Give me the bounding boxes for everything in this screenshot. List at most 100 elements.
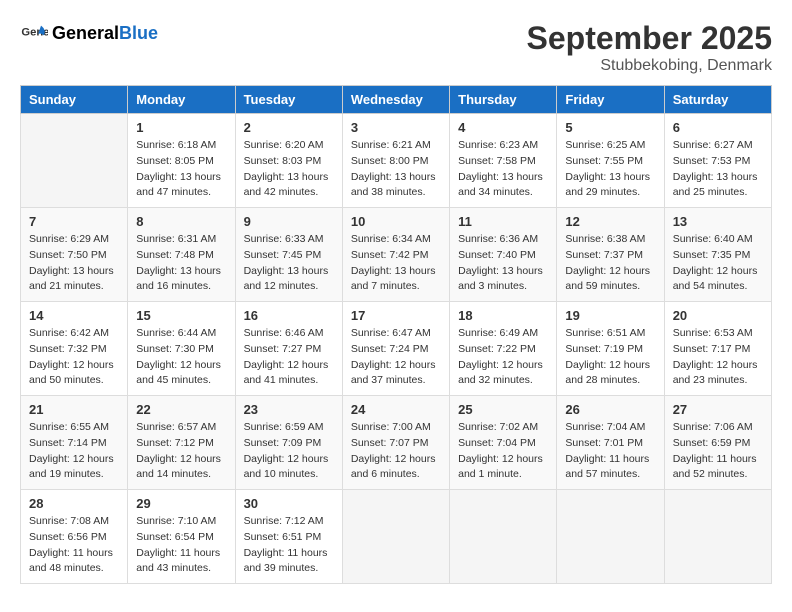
day-info: Sunrise: 6:34 AMSunset: 7:42 PMDaylight:… xyxy=(351,232,441,295)
day-of-week-header: Tuesday xyxy=(235,86,342,114)
day-number: 6 xyxy=(673,120,763,135)
day-number: 26 xyxy=(565,402,655,417)
calendar-week-row: 21Sunrise: 6:55 AMSunset: 7:14 PMDayligh… xyxy=(21,396,772,490)
calendar-day-cell: 29 Sunrise: 7:10 AMSunset: 6:54 PMDayligh… xyxy=(128,490,235,584)
day-of-week-header: Thursday xyxy=(450,86,557,114)
calendar-day-cell: 2 Sunrise: 6:20 AMSunset: 8:03 PMDaylight… xyxy=(235,114,342,208)
day-number: 1 xyxy=(136,120,226,135)
calendar-day-cell xyxy=(450,490,557,584)
calendar-day-cell: 12Sunrise: 6:38 AMSunset: 7:37 PMDayligh… xyxy=(557,208,664,302)
day-of-week-header: Sunday xyxy=(21,86,128,114)
day-info: Sunrise: 6:59 AMSunset: 7:09 PMDaylight:… xyxy=(244,420,334,483)
calendar-day-cell: 11Sunrise: 6:36 AMSunset: 7:40 PMDayligh… xyxy=(450,208,557,302)
calendar-day-cell xyxy=(557,490,664,584)
day-info: Sunrise: 7:00 AMSunset: 7:07 PMDaylight:… xyxy=(351,420,441,483)
day-number: 22 xyxy=(136,402,226,417)
day-info: Sunrise: 6:53 AMSunset: 7:17 PMDaylight:… xyxy=(673,326,763,389)
calendar-day-cell: 7Sunrise: 6:29 AMSunset: 7:50 PMDaylight… xyxy=(21,208,128,302)
day-info: Sunrise: 6:33 AMSunset: 7:45 PMDaylight:… xyxy=(244,232,334,295)
calendar-week-row: 7Sunrise: 6:29 AMSunset: 7:50 PMDaylight… xyxy=(21,208,772,302)
calendar-day-cell: 22 Sunrise: 6:57 AMSunset: 7:12 PMDayligh… xyxy=(128,396,235,490)
calendar-day-cell: 6 Sunrise: 6:27 AMSunset: 7:53 PMDaylight… xyxy=(664,114,771,208)
day-of-week-header: Saturday xyxy=(664,86,771,114)
calendar-day-cell xyxy=(664,490,771,584)
day-number: 18 xyxy=(458,308,548,323)
day-info: Sunrise: 6:51 AMSunset: 7:19 PMDaylight:… xyxy=(565,326,655,389)
day-number: 17 xyxy=(351,308,441,323)
day-number: 28 xyxy=(29,496,119,511)
day-info: Sunrise: 6:29 AMSunset: 7:50 PMDaylight:… xyxy=(29,232,119,295)
day-number: 13 xyxy=(673,214,763,229)
day-info: Sunrise: 7:04 AMSunset: 7:01 PMDaylight:… xyxy=(565,420,655,483)
day-info: Sunrise: 6:57 AMSunset: 7:12 PMDaylight:… xyxy=(136,420,226,483)
day-info: Sunrise: 6:44 AMSunset: 7:30 PMDaylight:… xyxy=(136,326,226,389)
day-info: Sunrise: 6:42 AMSunset: 7:32 PMDaylight:… xyxy=(29,326,119,389)
calendar-day-cell xyxy=(21,114,128,208)
day-info: Sunrise: 6:20 AMSunset: 8:03 PMDaylight:… xyxy=(244,138,334,201)
day-number: 11 xyxy=(458,214,548,229)
calendar-day-cell: 10 Sunrise: 6:34 AMSunset: 7:42 PMDayligh… xyxy=(342,208,449,302)
logo-icon: General xyxy=(20,20,48,48)
day-of-week-header: Friday xyxy=(557,86,664,114)
day-number: 20 xyxy=(673,308,763,323)
day-info: Sunrise: 6:23 AMSunset: 7:58 PMDaylight:… xyxy=(458,138,548,201)
calendar-day-cell: 8Sunrise: 6:31 AMSunset: 7:48 PMDaylight… xyxy=(128,208,235,302)
calendar-day-cell: 1 Sunrise: 6:18 AMSunset: 8:05 PMDaylight… xyxy=(128,114,235,208)
day-number: 10 xyxy=(351,214,441,229)
calendar-day-cell: 9 Sunrise: 6:33 AMSunset: 7:45 PMDaylight… xyxy=(235,208,342,302)
calendar-day-cell: 18 Sunrise: 6:49 AMSunset: 7:22 PMDayligh… xyxy=(450,302,557,396)
location-subtitle: Stubbekobing, Denmark xyxy=(527,57,772,75)
day-info: Sunrise: 6:47 AMSunset: 7:24 PMDaylight:… xyxy=(351,326,441,389)
calendar-day-cell: 23 Sunrise: 6:59 AMSunset: 7:09 PMDayligh… xyxy=(235,396,342,490)
day-number: 3 xyxy=(351,120,441,135)
calendar-header-row: SundayMondayTuesdayWednesdayThursdayFrid… xyxy=(21,86,772,114)
day-of-week-header: Monday xyxy=(128,86,235,114)
calendar-week-row: 1 Sunrise: 6:18 AMSunset: 8:05 PMDaylight… xyxy=(21,114,772,208)
calendar-day-cell: 20 Sunrise: 6:53 AMSunset: 7:17 PMDayligh… xyxy=(664,302,771,396)
day-number: 23 xyxy=(244,402,334,417)
day-number: 27 xyxy=(673,402,763,417)
day-number: 25 xyxy=(458,402,548,417)
day-number: 15 xyxy=(136,308,226,323)
day-info: Sunrise: 6:27 AMSunset: 7:53 PMDaylight:… xyxy=(673,138,763,201)
calendar-day-cell: 26 Sunrise: 7:04 AMSunset: 7:01 PMDayligh… xyxy=(557,396,664,490)
calendar-day-cell: 17 Sunrise: 6:47 AMSunset: 7:24 PMDayligh… xyxy=(342,302,449,396)
day-info: Sunrise: 6:46 AMSunset: 7:27 PMDaylight:… xyxy=(244,326,334,389)
day-info: Sunrise: 6:25 AMSunset: 7:55 PMDaylight:… xyxy=(565,138,655,201)
title-block: September 2025 Stubbekobing, Denmark xyxy=(527,20,772,75)
day-of-week-header: Wednesday xyxy=(342,86,449,114)
calendar-day-cell: 19Sunrise: 6:51 AMSunset: 7:19 PMDayligh… xyxy=(557,302,664,396)
day-info: Sunrise: 6:55 AMSunset: 7:14 PMDaylight:… xyxy=(29,420,119,483)
calendar-day-cell: 21Sunrise: 6:55 AMSunset: 7:14 PMDayligh… xyxy=(21,396,128,490)
day-info: Sunrise: 7:08 AMSunset: 6:56 PMDaylight:… xyxy=(29,514,119,577)
day-number: 5 xyxy=(565,120,655,135)
calendar-day-cell: 13Sunrise: 6:40 AMSunset: 7:35 PMDayligh… xyxy=(664,208,771,302)
calendar-day-cell xyxy=(342,490,449,584)
logo-general-text: General xyxy=(52,23,119,43)
day-number: 2 xyxy=(244,120,334,135)
day-number: 4 xyxy=(458,120,548,135)
day-number: 14 xyxy=(29,308,119,323)
day-info: Sunrise: 6:18 AMSunset: 8:05 PMDaylight:… xyxy=(136,138,226,201)
day-info: Sunrise: 7:10 AMSunset: 6:54 PMDaylight:… xyxy=(136,514,226,577)
calendar-day-cell: 27Sunrise: 7:06 AMSunset: 6:59 PMDayligh… xyxy=(664,396,771,490)
calendar-day-cell: 4 Sunrise: 6:23 AMSunset: 7:58 PMDaylight… xyxy=(450,114,557,208)
calendar-day-cell: 24 Sunrise: 7:00 AMSunset: 7:07 PMDayligh… xyxy=(342,396,449,490)
calendar-week-row: 14 Sunrise: 6:42 AMSunset: 7:32 PMDayligh… xyxy=(21,302,772,396)
day-info: Sunrise: 6:38 AMSunset: 7:37 PMDaylight:… xyxy=(565,232,655,295)
day-number: 8 xyxy=(136,214,226,229)
day-number: 29 xyxy=(136,496,226,511)
day-number: 9 xyxy=(244,214,334,229)
calendar-day-cell: 28 Sunrise: 7:08 AMSunset: 6:56 PMDayligh… xyxy=(21,490,128,584)
logo-blue-text: Blue xyxy=(119,23,158,43)
page-header: General GeneralBlue September 2025 Stubb… xyxy=(20,20,772,75)
calendar-day-cell: 15 Sunrise: 6:44 AMSunset: 7:30 PMDayligh… xyxy=(128,302,235,396)
day-number: 24 xyxy=(351,402,441,417)
logo: General GeneralBlue xyxy=(20,20,158,48)
month-year-title: September 2025 xyxy=(527,20,772,57)
day-info: Sunrise: 6:49 AMSunset: 7:22 PMDaylight:… xyxy=(458,326,548,389)
calendar-day-cell: 5 Sunrise: 6:25 AMSunset: 7:55 PMDaylight… xyxy=(557,114,664,208)
day-info: Sunrise: 7:02 AMSunset: 7:04 PMDaylight:… xyxy=(458,420,548,483)
calendar-day-cell: 14 Sunrise: 6:42 AMSunset: 7:32 PMDayligh… xyxy=(21,302,128,396)
day-info: Sunrise: 7:12 AMSunset: 6:51 PMDaylight:… xyxy=(244,514,334,577)
